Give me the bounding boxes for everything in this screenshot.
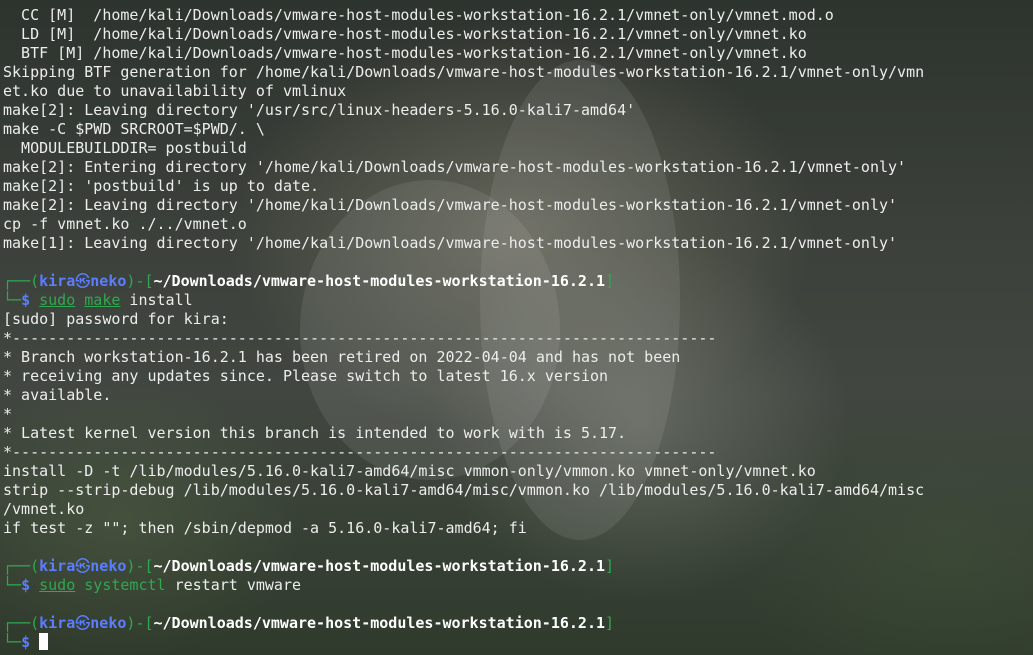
prompt-symbol: $ [21, 576, 31, 594]
output-line: [sudo] password for kira: [3, 310, 229, 328]
text-cursor[interactable] [39, 633, 49, 650]
output-line: LD [M] /home/kali/Downloads/vmware-host-… [3, 25, 807, 43]
active-command-line[interactable]: └─$ [3, 633, 1033, 652]
sudo-command: sudo [39, 291, 76, 309]
skull-icon: ㉿ [75, 614, 91, 632]
skull-icon: ㉿ [75, 557, 91, 575]
command-output: [sudo] password for kira: *--------------… [3, 310, 1033, 538]
prompt-symbol: $ [21, 291, 31, 309]
program-command: make [84, 291, 121, 309]
output-line: * [3, 405, 13, 423]
output-line: et.ko due to unavailability of vmlinux [3, 82, 347, 100]
prompt-user: kira [39, 557, 76, 575]
output-line: MODULEBUILDDIR= postbuild [3, 139, 247, 157]
output-line: * Latest kernel version this branch is i… [3, 424, 627, 442]
prompt-cwd: ~/Downloads/vmware-host-modules-workstat… [153, 614, 606, 632]
prompt-line: ┌──(kira㉿neko)-[~/Downloads/vmware-host-… [3, 272, 615, 290]
prompt-block-2: ┌──(kira㉿neko)-[~/Downloads/vmware-host-… [3, 557, 1033, 595]
output-line: * available. [3, 386, 112, 404]
prompt-cwd: ~/Downloads/vmware-host-modules-workstat… [153, 272, 606, 290]
output-line: strip --strip-debug /lib/modules/5.16.0-… [3, 481, 925, 499]
output-line: * Branch workstation-16.2.1 has been ret… [3, 348, 681, 366]
prompt-line: ┌──(kira㉿neko)-[~/Downloads/vmware-host-… [3, 557, 615, 575]
output-line: *---------------------------------------… [3, 443, 717, 461]
output-line: make[2]: Entering directory '/home/kali/… [3, 158, 907, 176]
output-line: CC [M] /home/kali/Downloads/vmware-host-… [3, 6, 834, 24]
prompt-host: neko [90, 557, 127, 575]
output-line: cp -f vmnet.ko ./../vmnet.o [3, 215, 247, 233]
terminal-window[interactable]: CC [M] /home/kali/Downloads/vmware-host-… [0, 0, 1033, 655]
output-line: BTF [M] /home/kali/Downloads/vmware-host… [3, 44, 807, 62]
prompt-block-3: ┌──(kira㉿neko)-[~/Downloads/vmware-host-… [3, 614, 1033, 652]
output-line: *---------------------------------------… [3, 329, 717, 347]
output-line: if test -z ""; then /sbin/depmod -a 5.16… [3, 519, 527, 537]
output-line: make[2]: Leaving directory '/home/kali/D… [3, 196, 898, 214]
prompt-symbol: $ [21, 633, 31, 651]
build-output: CC [M] /home/kali/Downloads/vmware-host-… [3, 6, 1033, 253]
sudo-command: sudo [39, 576, 76, 594]
output-line: make[2]: 'postbuild' is up to date. [3, 177, 320, 195]
command-args: restart vmware [165, 576, 302, 594]
skull-icon: ㉿ [75, 272, 91, 290]
output-line: Skipping BTF generation for /home/kali/D… [3, 63, 925, 81]
output-line: install -D -t /lib/modules/5.16.0-kali7-… [3, 462, 816, 480]
output-line: make[1]: Leaving directory '/home/kali/D… [3, 234, 898, 252]
prompt-host: neko [90, 614, 127, 632]
prompt-user: kira [39, 272, 76, 290]
output-line: * receiving any updates since. Please sw… [3, 367, 609, 385]
output-line: /vmnet.ko [3, 500, 85, 518]
output-line: make -C $PWD SRCROOT=$PWD/. \ [3, 120, 265, 138]
program-command: systemctl [84, 576, 166, 594]
prompt-line: ┌──(kira㉿neko)-[~/Downloads/vmware-host-… [3, 614, 615, 632]
prompt-user: kira [39, 614, 76, 632]
prompt-host: neko [90, 272, 127, 290]
prompt-cwd: ~/Downloads/vmware-host-modules-workstat… [153, 557, 606, 575]
command-args: install [120, 291, 193, 309]
output-line: make[2]: Leaving directory '/usr/src/lin… [3, 101, 636, 119]
command-line: └─$ sudo systemctl restart vmware [3, 576, 302, 594]
prompt-block-1: ┌──(kira㉿neko)-[~/Downloads/vmware-host-… [3, 272, 1033, 538]
command-line: └─$ sudo make install [3, 291, 193, 309]
